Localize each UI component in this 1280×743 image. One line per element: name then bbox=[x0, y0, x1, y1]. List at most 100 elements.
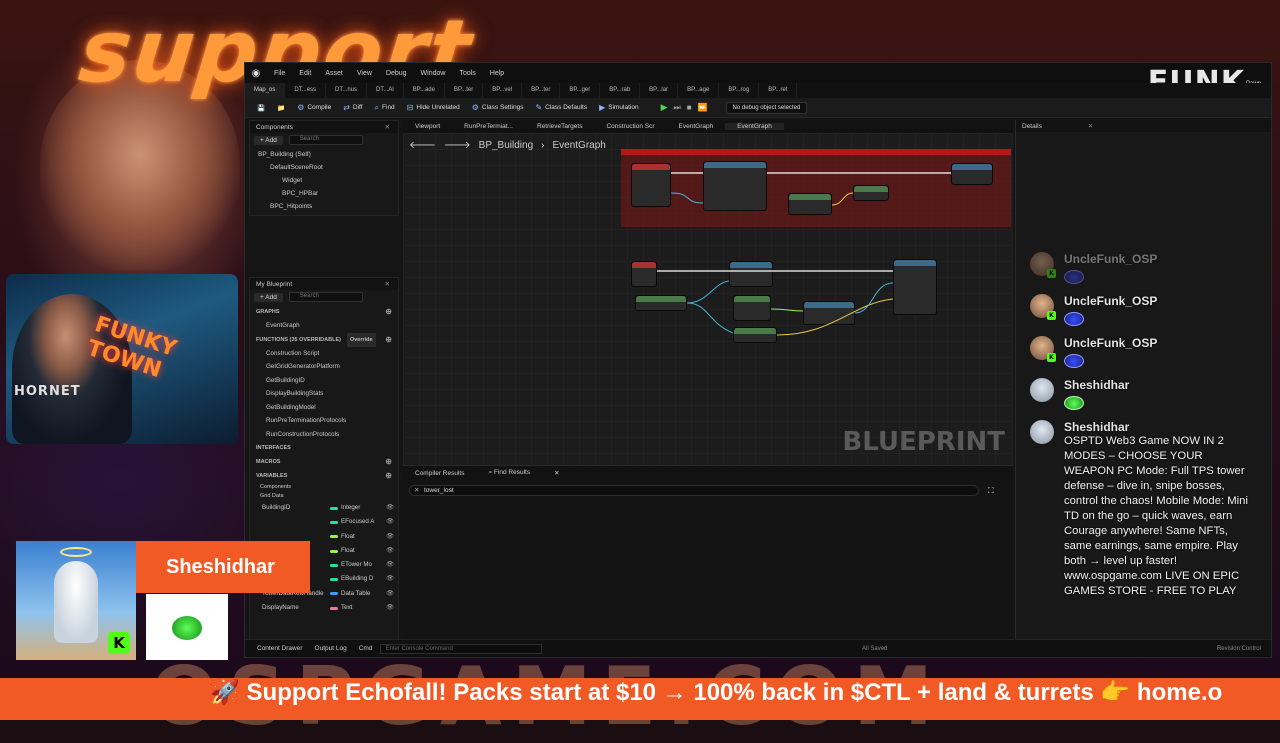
tree-item-widget[interactable]: Widget bbox=[250, 174, 398, 187]
override-dropdown[interactable]: Override bbox=[346, 332, 376, 347]
menu-window[interactable]: Window bbox=[421, 70, 446, 77]
close-icon[interactable]: ✕ bbox=[542, 469, 571, 477]
asset-tab[interactable]: BP...age bbox=[678, 83, 720, 98]
variable-type[interactable]: Integer bbox=[330, 501, 382, 515]
my-blueprint-search-input[interactable]: Search bbox=[288, 292, 363, 303]
variable-type[interactable]: Text bbox=[330, 601, 382, 615]
variable-group[interactable]: Grid Data bbox=[250, 492, 398, 501]
tab-construction[interactable]: Construction Scr bbox=[594, 123, 666, 130]
asset-tab[interactable]: BP...ter bbox=[445, 83, 484, 98]
menu-file[interactable]: File bbox=[274, 70, 285, 77]
variable-type[interactable]: Float bbox=[330, 530, 382, 544]
browse-icon[interactable]: 📁 bbox=[277, 104, 285, 112]
section-interfaces[interactable]: INTERFACES bbox=[250, 441, 398, 455]
class-settings-button[interactable]: ⚙ Class Settings bbox=[472, 103, 524, 112]
asset-tab[interactable]: BP...rab bbox=[600, 83, 641, 98]
tab-eventgraph-active[interactable]: EventGraph bbox=[725, 123, 784, 130]
eye-icon[interactable]: 👁 bbox=[386, 558, 394, 572]
close-icon[interactable]: ✕ bbox=[385, 280, 390, 288]
find-button[interactable]: ⌕ Find bbox=[375, 103, 395, 113]
hide-unrelated-button[interactable]: ⊟ Hide Unrelated bbox=[407, 103, 460, 112]
menu-asset[interactable]: Asset bbox=[325, 70, 343, 77]
variable-type[interactable]: ETower Mo bbox=[330, 558, 382, 572]
menu-tools[interactable]: Tools bbox=[459, 70, 475, 77]
variable-row[interactable]: EFocused A 👁 bbox=[250, 515, 398, 529]
section-graphs[interactable]: GRAPHS ⊕ bbox=[250, 305, 398, 319]
play-icon[interactable]: ▶ bbox=[661, 102, 668, 113]
output-log-button[interactable]: Output Log bbox=[315, 645, 347, 652]
event-graph-canvas[interactable]: 🡐 🡒 BP_Building › EventGraph BLUEPRINT bbox=[403, 133, 1013, 465]
menu-debug[interactable]: Debug bbox=[386, 70, 407, 77]
tab-find-results[interactable]: ⌕ Find Results bbox=[477, 469, 543, 477]
variable-row[interactable]: DisplayName Text 👁 bbox=[250, 601, 398, 615]
close-icon[interactable]: ✕ bbox=[1088, 122, 1093, 130]
eye-icon[interactable]: 👁 bbox=[386, 572, 394, 586]
menu-edit[interactable]: Edit bbox=[299, 70, 311, 77]
eye-icon[interactable]: 👁 bbox=[386, 587, 394, 601]
skip-icon[interactable]: ⏩ bbox=[698, 103, 708, 112]
menu-view[interactable]: View bbox=[357, 70, 372, 77]
section-variables[interactable]: VARIABLES ⊕ bbox=[250, 469, 398, 483]
function-item[interactable]: Construction Script bbox=[250, 347, 398, 361]
asset-tab[interactable]: BP...ter bbox=[522, 83, 561, 98]
add-component-button[interactable]: + Add bbox=[254, 136, 283, 145]
asset-tab[interactable]: Map_os bbox=[245, 83, 286, 98]
eye-icon[interactable]: 👁 bbox=[386, 501, 394, 515]
tree-item-self[interactable]: BP_Building (Self) bbox=[250, 148, 398, 161]
variable-type[interactable]: Data Table bbox=[330, 587, 382, 601]
function-item[interactable]: GetBuildingModel bbox=[250, 401, 398, 415]
find-results-search-input[interactable]: ✕ tower_lost bbox=[409, 485, 979, 496]
tree-item-hitpoints[interactable]: BPC_Hitpoints bbox=[250, 200, 398, 213]
close-icon[interactable]: ✕ bbox=[385, 123, 390, 131]
console-command-input[interactable]: Enter Console Command bbox=[380, 643, 543, 654]
add-graph-icon[interactable]: ⊕ bbox=[385, 305, 392, 319]
variable-row[interactable]: BuildingID Integer 👁 bbox=[250, 501, 398, 515]
function-item[interactable]: DisplayBuildingStats bbox=[250, 387, 398, 401]
asset-tab[interactable]: DT...Al bbox=[367, 83, 404, 98]
tab-viewport[interactable]: Viewport bbox=[403, 123, 452, 130]
function-item[interactable]: RunPreTerminationProtocols bbox=[250, 414, 398, 428]
asset-tab[interactable]: BP...lar bbox=[640, 83, 679, 98]
tree-item-hpbar[interactable]: BPC_HPBar bbox=[250, 187, 398, 200]
section-macros[interactable]: MACROS ⊕ bbox=[250, 455, 398, 469]
unreal-logo-icon[interactable]: ◉ bbox=[245, 63, 267, 83]
tree-item-scene-root[interactable]: DefaultSceneRoot bbox=[250, 161, 398, 174]
all-saved-status[interactable]: All Saved bbox=[862, 646, 887, 652]
asset-tab[interactable]: DT...ess bbox=[285, 83, 327, 98]
graph-item-eventgraph[interactable]: EventGraph bbox=[250, 319, 398, 333]
tab-eventgraph[interactable]: EventGraph bbox=[667, 123, 726, 130]
eye-icon[interactable]: 👁 bbox=[386, 601, 394, 615]
stop-icon[interactable]: ■ bbox=[687, 103, 692, 112]
diff-button[interactable]: ⇄ Diff bbox=[343, 103, 362, 112]
simulation-button[interactable]: ▶ Simulation bbox=[599, 103, 639, 112]
asset-tab[interactable]: BP...ade bbox=[404, 83, 445, 98]
section-functions[interactable]: FUNCTIONS (35 OVERRIDABLE) Override ⊕ bbox=[250, 332, 398, 347]
tab-function[interactable]: RunPreTermiat... bbox=[452, 123, 525, 130]
asset-tab[interactable]: BP...ger bbox=[560, 83, 601, 98]
binoculars-icon[interactable]: ⛶ bbox=[988, 486, 994, 496]
step-icon[interactable]: ⏭ bbox=[674, 103, 681, 113]
debug-object-select[interactable]: No debug object selected bbox=[725, 101, 808, 114]
save-icon[interactable]: 💾 bbox=[257, 104, 265, 112]
components-search-input[interactable]: Search bbox=[288, 135, 363, 146]
tab-compiler-results[interactable]: Compiler Results bbox=[403, 470, 477, 477]
add-function-icon[interactable]: ⊕ bbox=[385, 333, 392, 347]
asset-tab[interactable]: BP...rog bbox=[719, 83, 760, 98]
class-defaults-button[interactable]: ✎ Class Defaults bbox=[535, 103, 587, 112]
variable-type[interactable]: EBuilding D bbox=[330, 572, 382, 586]
eye-icon[interactable]: 👁 bbox=[386, 515, 394, 529]
function-item[interactable]: RunConstructionProtocols bbox=[250, 428, 398, 442]
asset-tab[interactable]: BP...ret bbox=[759, 83, 798, 98]
add-macro-icon[interactable]: ⊕ bbox=[385, 455, 392, 469]
asset-tab[interactable]: BP...vel bbox=[483, 83, 523, 98]
variable-type[interactable]: Float bbox=[330, 544, 382, 558]
add-member-button[interactable]: + Add bbox=[254, 293, 283, 302]
function-item[interactable]: GetBuildingID bbox=[250, 374, 398, 388]
clear-search-icon[interactable]: ✕ bbox=[414, 486, 419, 496]
function-item[interactable]: GetGridGeneratorPlatform bbox=[250, 360, 398, 374]
tab-function[interactable]: RetrieveTargets bbox=[525, 123, 595, 130]
content-drawer-button[interactable]: Content Drawer bbox=[257, 645, 303, 652]
eye-icon[interactable]: 👁 bbox=[386, 530, 394, 544]
variable-group[interactable]: Components bbox=[250, 483, 398, 492]
variable-type[interactable]: EFocused A bbox=[330, 515, 382, 529]
